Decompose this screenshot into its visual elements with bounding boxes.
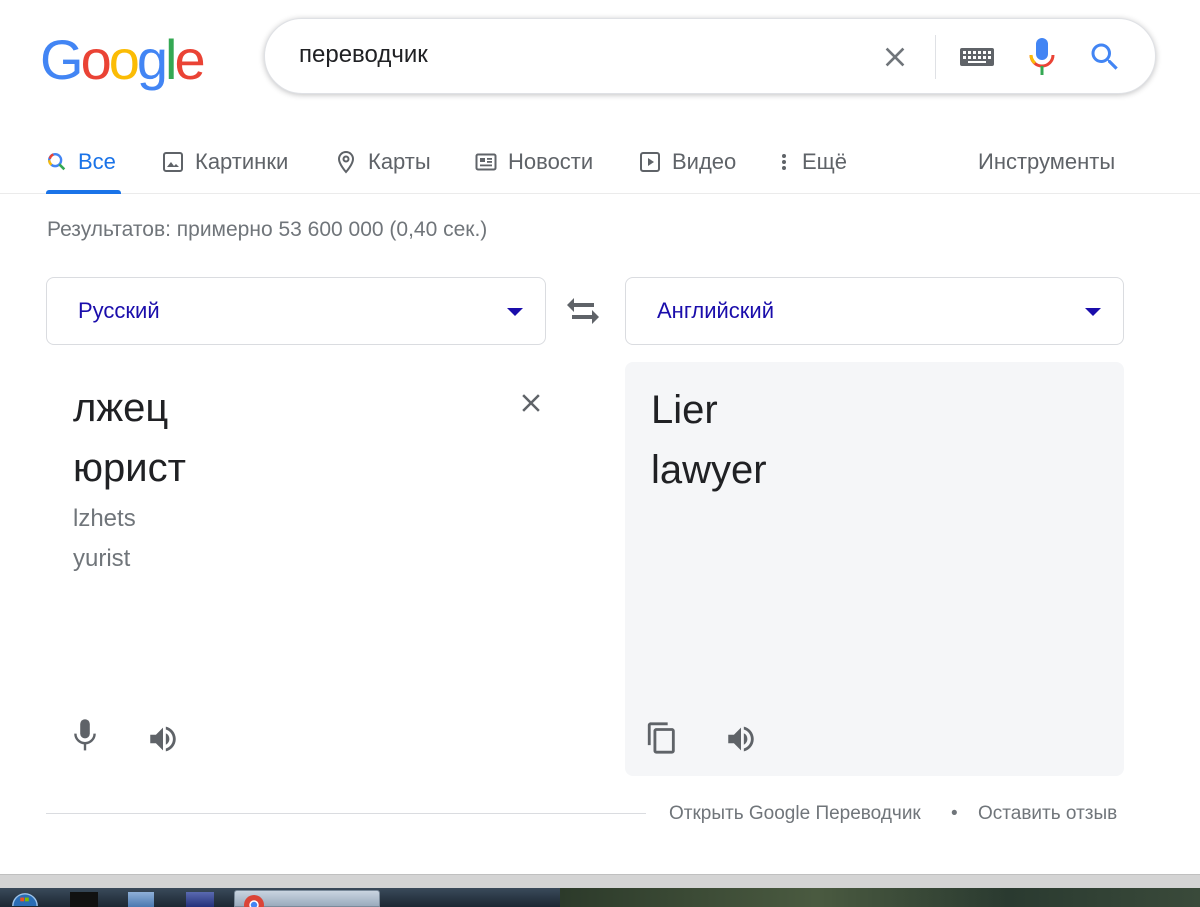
floppy-disk-icon[interactable] [186,892,214,907]
chrome-taskbar-button[interactable] [234,890,380,907]
transliteration-line: lzhets [73,505,136,532]
explorer-taskbar-icon[interactable] [128,892,154,907]
source-text-panel[interactable]: лжец юрист lzhets yurist [46,362,546,776]
source-text-line[interactable]: лжец [73,386,168,431]
tab-label: Карты [368,149,431,174]
start-button-icon[interactable] [10,891,40,906]
tab-label: Все [78,149,116,174]
target-language-select[interactable]: Английский [625,277,1124,345]
speaker-icon[interactable] [724,722,758,756]
open-translate-link[interactable]: Открыть Google Переводчик [669,803,921,825]
tab-all[interactable]: Все [46,142,116,182]
chevron-down-icon [1085,308,1101,316]
tab-more[interactable]: Ещё [776,142,847,182]
horizontal-scrollbar[interactable] [0,874,1200,888]
tools-button[interactable]: Инструменты [978,142,1115,182]
source-text-line[interactable]: юрист [73,446,186,491]
logo-letter: G [40,28,84,91]
chrome-icon [244,895,264,907]
search-divider [935,35,936,79]
search-input[interactable]: переводчик [299,41,428,69]
taskbar [0,888,1200,907]
tools-label: Инструменты [978,149,1116,174]
taskbar-wallpaper-area [560,888,1200,907]
tab-maps[interactable]: Карты [334,142,431,182]
search-icon [48,153,66,171]
news-icon [475,153,497,171]
close-icon[interactable] [879,41,911,73]
microphone-icon[interactable] [70,718,100,754]
transliteration-line: yurist [73,545,131,572]
active-tab-indicator [46,190,121,194]
console-taskbar-icon[interactable] [70,892,98,907]
translation-text-line: lawyer [651,448,767,492]
footer-divider [46,813,646,814]
translation-panel: Lier lawyer [625,362,1124,776]
tab-news[interactable]: Новости [474,142,593,182]
tab-label: Картинки [195,149,289,174]
tab-label: Новости [508,149,594,174]
footer-separator: • [951,803,958,824]
search-tabs: Все Картинки Карты Новости Видео Ещё Инс… [0,130,1200,194]
feedback-link[interactable]: Оставить отзыв [978,803,1117,825]
google-logo[interactable]: Google [40,28,206,91]
chevron-down-icon [507,308,523,316]
logo-letter: e [174,28,205,91]
tab-label: Видео [672,149,737,174]
source-language-label: Русский [78,298,160,323]
search-icon[interactable] [1087,39,1123,75]
tab-video[interactable]: Видео [638,142,736,182]
tab-images[interactable]: Картинки [161,142,288,182]
tab-label: Ещё [802,149,848,174]
logo-letter: o [80,28,112,91]
keyboard-icon[interactable] [959,43,995,71]
source-language-select[interactable]: Русский [46,277,546,345]
target-language-label: Английский [657,298,774,323]
translation-text-line: Lier [651,388,718,432]
more-vert-icon [782,154,786,170]
swap-languages-icon[interactable] [564,296,602,326]
logo-letter: g [136,28,168,91]
result-stats: Результатов: примерно 53 600 000 (0,40 с… [47,218,488,241]
microphone-icon[interactable] [1027,37,1057,77]
logo-letter: l [165,28,178,91]
clear-source-icon[interactable] [516,388,546,418]
play-icon [640,152,660,172]
copy-icon[interactable] [645,720,679,756]
image-icon [163,152,183,172]
speaker-icon[interactable] [146,722,180,756]
search-box[interactable]: переводчик [264,18,1156,94]
logo-letter: o [108,28,140,91]
map-pin-icon [337,150,355,174]
